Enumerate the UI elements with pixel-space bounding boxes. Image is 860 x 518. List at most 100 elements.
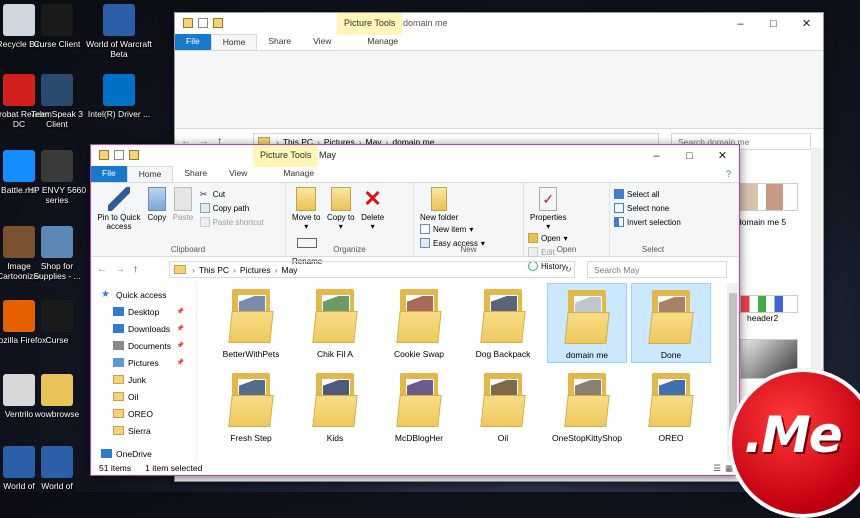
- nav-item[interactable]: Sierra: [91, 422, 196, 439]
- refresh-icon[interactable]: ↻: [565, 265, 572, 274]
- folder-name: Fresh Step: [230, 433, 272, 443]
- desktop-icon[interactable]: World of: [24, 446, 90, 491]
- explorer-window-may[interactable]: Picture Tools May – □ ✕ File Home Share View M…: [90, 144, 740, 476]
- back-arrow-icon[interactable]: ←: [97, 264, 107, 275]
- quick-access-toolbar[interactable]: [99, 150, 139, 160]
- image-thumbnail[interactable]: [740, 183, 798, 211]
- desktop-icon[interactable]: Curse Client: [24, 4, 90, 49]
- pin-quick-access-button[interactable]: Pin to Quick access: [97, 187, 141, 231]
- nav-item[interactable]: OREO: [91, 405, 196, 422]
- open-button[interactable]: Open ▾: [528, 231, 568, 245]
- tab-share[interactable]: Share: [257, 34, 302, 50]
- desktop-icon[interactable]: TeamSpeak 3 Client: [24, 74, 90, 129]
- tab-manage[interactable]: Manage: [356, 34, 409, 50]
- copy-path-button[interactable]: Copy path: [199, 201, 264, 215]
- breadcrumb-item[interactable]: Pictures: [240, 265, 271, 275]
- properties-button[interactable]: ✓ Properties ▾: [530, 187, 566, 231]
- wow-icon: [103, 4, 135, 36]
- folder-tile[interactable]: Cookie Swap: [379, 283, 459, 363]
- file-name[interactable]: header2: [747, 313, 778, 323]
- desktop-icon[interactable]: World of Warcraft Beta: [86, 4, 152, 59]
- nav-item[interactable]: Desktop 📌: [91, 303, 196, 320]
- folder-tile[interactable]: Oil: [463, 367, 543, 447]
- folder-tile[interactable]: domain me: [547, 283, 627, 363]
- search-input[interactable]: Search May: [587, 261, 727, 278]
- copy-icon: [147, 187, 166, 211]
- folder-tile[interactable]: Done: [631, 283, 711, 363]
- folder-tile[interactable]: OneStopKittyShop: [547, 367, 627, 447]
- tab-manage[interactable]: Manage: [272, 166, 325, 182]
- breadcrumb-item[interactable]: This PC: [199, 265, 229, 275]
- minimize-icon[interactable]: –: [724, 13, 757, 35]
- picture-tools-context-tab: Picture Tools: [253, 145, 319, 167]
- up-arrow-icon[interactable]: ↑: [133, 264, 138, 275]
- image-thumbnail[interactable]: [740, 295, 798, 313]
- status-bar: 51 items 1 item selected ☰ ▦: [91, 461, 739, 475]
- folder-name: OREO: [658, 433, 684, 443]
- chevron-right-icon: ›: [274, 264, 278, 275]
- nav-item[interactable]: OneDrive: [91, 445, 196, 462]
- file-name[interactable]: domain me 5: [737, 217, 786, 227]
- paste-button[interactable]: Paste: [173, 187, 193, 222]
- desktop-icon[interactable]: Shop for Supplies - ...: [24, 226, 90, 281]
- desktop-icon[interactable]: Intel(R) Driver ...: [86, 74, 152, 119]
- desktop-icon[interactable]: HP ENVY 5660 series: [24, 150, 90, 205]
- desktop-icon-label: Curse: [45, 335, 69, 345]
- tab-file[interactable]: File: [91, 166, 127, 182]
- desktop-icon[interactable]: wowbrowse: [24, 374, 90, 419]
- folder-tile[interactable]: Kids: [295, 367, 375, 447]
- select-all-button[interactable]: Select all: [614, 187, 692, 201]
- tab-home[interactable]: Home: [126, 166, 174, 182]
- folder-tile[interactable]: Chik Fil A: [295, 283, 375, 363]
- tab-view[interactable]: View: [218, 166, 258, 182]
- folder-name: Dog Backpack: [475, 349, 531, 359]
- new-folder-icon[interactable]: [213, 18, 223, 28]
- tab-share[interactable]: Share: [173, 166, 218, 182]
- cut-button[interactable]: ✂ Cut: [200, 187, 264, 201]
- quick-access-toolbar[interactable]: [183, 18, 223, 28]
- folder-tile[interactable]: Dog Backpack: [463, 283, 543, 363]
- invert-selection-button[interactable]: Invert selection: [614, 215, 692, 229]
- close-icon[interactable]: ✕: [706, 145, 739, 167]
- forward-arrow-icon[interactable]: →: [115, 264, 125, 275]
- minimize-icon[interactable]: –: [640, 145, 673, 167]
- nav-item[interactable]: Downloads 📌: [91, 320, 196, 337]
- title-bar[interactable]: Picture Tools May – □ ✕: [91, 145, 739, 167]
- nav-item[interactable]: ★ Quick access: [91, 286, 196, 303]
- folder-tile[interactable]: OREO: [631, 367, 711, 447]
- delete-button[interactable]: ✕ Delete ▾: [361, 187, 384, 232]
- tab-file[interactable]: File: [175, 34, 211, 50]
- new-folder-icon[interactable]: [129, 150, 139, 160]
- nav-item[interactable]: Junk: [91, 371, 196, 388]
- ribbon: [175, 51, 823, 129]
- move-to-button[interactable]: Move to ▾: [292, 187, 320, 231]
- select-none-button[interactable]: Select none: [614, 201, 692, 215]
- title-bar[interactable]: Picture Tools domain me – □ ✕: [175, 13, 823, 35]
- details-view-icon[interactable]: ☰: [713, 463, 721, 474]
- folder-tile[interactable]: Fresh Step: [211, 367, 291, 447]
- desktop-icon-label: World of Warcraft Beta: [86, 39, 152, 59]
- copy-button[interactable]: Copy: [147, 187, 166, 222]
- properties-icon[interactable]: [198, 18, 208, 28]
- maximize-icon[interactable]: □: [673, 145, 706, 167]
- nav-item[interactable]: Oil: [91, 388, 196, 405]
- nav-item[interactable]: Pictures 📌: [91, 354, 196, 371]
- new-item-button[interactable]: New item ▾: [420, 222, 485, 236]
- pin-icon: 📌: [176, 326, 184, 332]
- tab-home[interactable]: Home: [210, 34, 258, 50]
- close-icon[interactable]: ✕: [790, 13, 823, 35]
- breadcrumb-item[interactable]: May: [281, 265, 297, 275]
- tab-view[interactable]: View: [302, 34, 342, 50]
- copy-to-button[interactable]: Copy to ▾: [327, 187, 355, 231]
- properties-icon[interactable]: [114, 150, 124, 160]
- group-label: Open: [556, 245, 577, 254]
- paste-shortcut-button[interactable]: Paste shortcut: [199, 215, 264, 229]
- desktop-icon[interactable]: Curse: [24, 300, 90, 345]
- new-folder-button[interactable]: New folder: [420, 187, 458, 222]
- help-icon[interactable]: ?: [726, 169, 731, 179]
- folder-tile[interactable]: BetterWithPets: [211, 283, 291, 363]
- maximize-icon[interactable]: □: [757, 13, 790, 35]
- nav-item[interactable]: Documents 📌: [91, 337, 196, 354]
- breadcrumb[interactable]: › This PC › Pictures › May: [169, 261, 575, 278]
- folder-tile[interactable]: McDBlogHer: [379, 367, 459, 447]
